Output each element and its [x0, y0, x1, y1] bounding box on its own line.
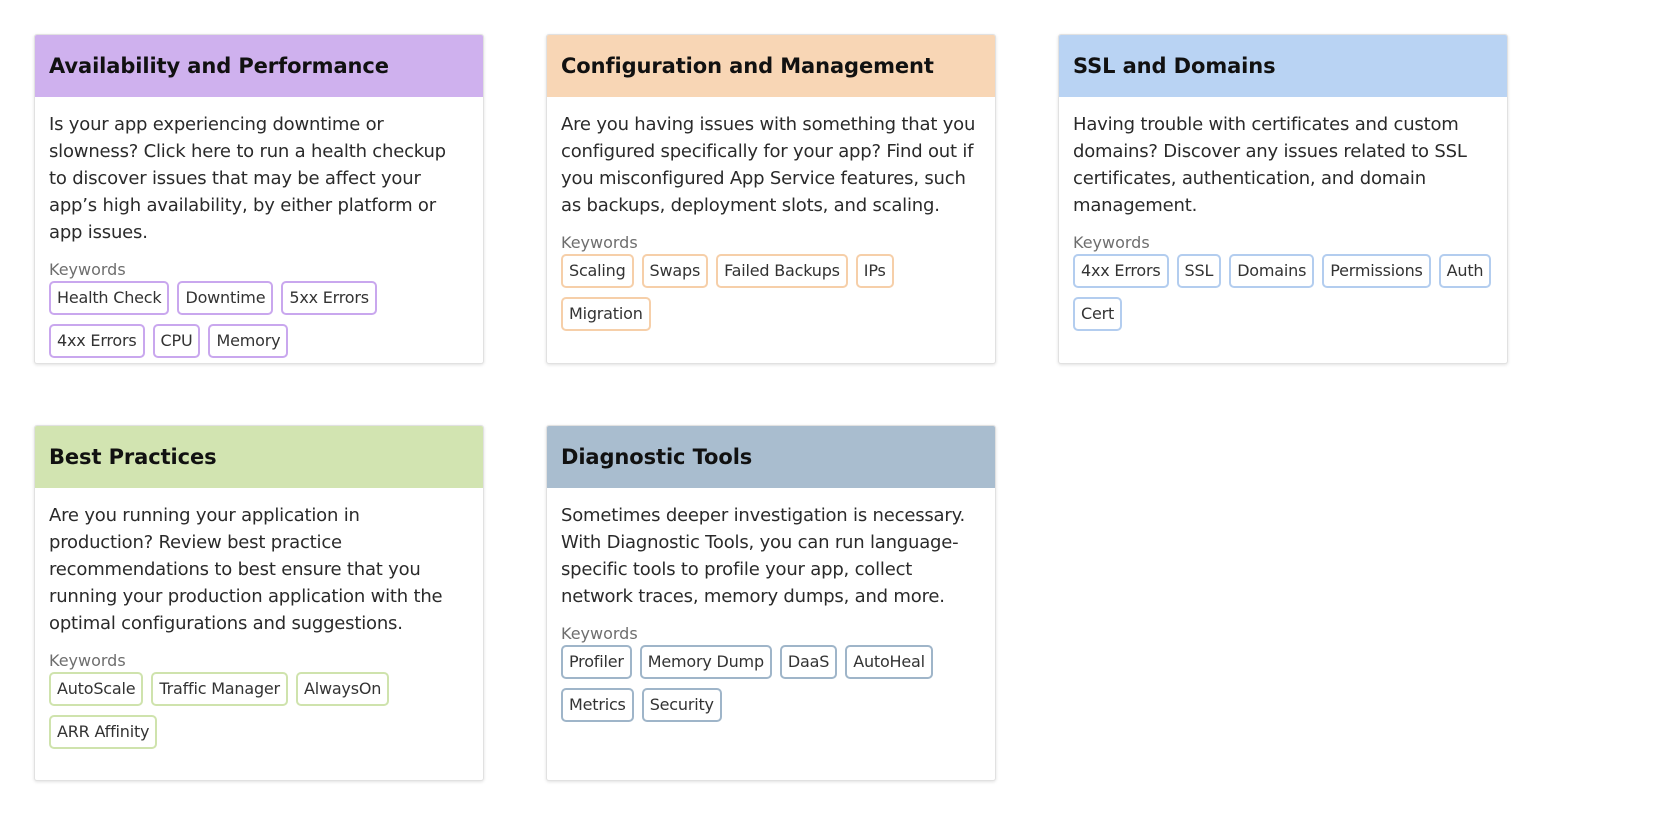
card-body: Is your app experiencing downtime or slo…	[35, 97, 483, 363]
keyword-tag[interactable]: Permissions	[1322, 254, 1431, 288]
keyword-tag[interactable]: Scaling	[561, 254, 634, 288]
keyword-list: 4xx Errors SSL Domains Permissions Auth …	[1073, 254, 1493, 331]
keywords-label: Keywords	[49, 651, 126, 670]
keyword-tag[interactable]: Traffic Manager	[151, 672, 288, 706]
card-title: Diagnostic Tools	[561, 445, 753, 469]
keyword-tag[interactable]: Metrics	[561, 688, 634, 722]
keyword-tag[interactable]: Memory	[208, 324, 289, 358]
card-description: Having trouble with certificates and cus…	[1073, 114, 1467, 216]
card-title: SSL and Domains	[1073, 54, 1276, 78]
card-header: Diagnostic Tools	[547, 426, 995, 488]
keyword-tag[interactable]: IPs	[855, 254, 894, 288]
keywords-label: Keywords	[561, 233, 638, 252]
card-body: Having trouble with certificates and cus…	[1059, 97, 1507, 349]
keywords-label: Keywords	[561, 624, 638, 643]
card-body: Sometimes deeper investigation is necess…	[547, 488, 995, 740]
card-header: SSL and Domains	[1059, 35, 1507, 97]
keyword-tag[interactable]: SSL	[1176, 254, 1222, 288]
category-card-ssl-domains[interactable]: SSL and Domains Having trouble with cert…	[1058, 34, 1508, 364]
card-description: Are you having issues with something tha…	[561, 114, 976, 216]
card-description: Are you running your application in prod…	[49, 505, 443, 634]
keyword-tag[interactable]: ARR Affinity	[49, 715, 158, 749]
card-header: Availability and Performance	[35, 35, 483, 97]
keyword-tag[interactable]: Cert	[1073, 297, 1123, 331]
keyword-tag[interactable]: Downtime	[177, 281, 274, 315]
keyword-tag[interactable]: Security	[641, 688, 722, 722]
card-description: Sometimes deeper investigation is necess…	[561, 505, 965, 607]
keyword-tag[interactable]: AutoScale	[49, 672, 144, 706]
keyword-tag[interactable]: Failed Backups	[716, 254, 848, 288]
keyword-tag[interactable]: Auth	[1438, 254, 1492, 288]
keyword-tag[interactable]: CPU	[152, 324, 201, 358]
keyword-tag[interactable]: Domains	[1229, 254, 1315, 288]
keyword-list: Profiler Memory Dump DaaS AutoHeal Metri…	[561, 645, 981, 722]
keyword-tag[interactable]: AutoHeal	[845, 645, 933, 679]
keyword-list: Scaling Swaps Failed Backups IPs Migrati…	[561, 254, 981, 331]
keyword-tag[interactable]: Swaps	[641, 254, 709, 288]
category-card-availability-performance[interactable]: Availability and Performance Is your app…	[34, 34, 484, 364]
card-header: Best Practices	[35, 426, 483, 488]
keyword-tag[interactable]: 4xx Errors	[1073, 254, 1169, 288]
keyword-tag[interactable]: 4xx Errors	[49, 324, 145, 358]
keyword-tag[interactable]: DaaS	[779, 645, 838, 679]
card-title: Best Practices	[49, 445, 217, 469]
keyword-tag[interactable]: Memory Dump	[639, 645, 772, 679]
keywords-label: Keywords	[49, 260, 126, 279]
card-description: Is your app experiencing downtime or slo…	[49, 114, 446, 243]
card-header: Configuration and Management	[547, 35, 995, 97]
keyword-tag[interactable]: 5xx Errors	[281, 281, 377, 315]
card-body: Are you running your application in prod…	[35, 488, 483, 767]
keyword-tag[interactable]: Profiler	[561, 645, 632, 679]
keyword-list: AutoScale Traffic Manager AlwaysOn ARR A…	[49, 672, 469, 749]
category-card-best-practices[interactable]: Best Practices Are you running your appl…	[34, 425, 484, 781]
keywords-label: Keywords	[1073, 233, 1150, 252]
keyword-tag[interactable]: Migration	[561, 297, 651, 331]
card-title: Availability and Performance	[49, 54, 389, 78]
category-card-diagnostic-tools[interactable]: Diagnostic Tools Sometimes deeper invest…	[546, 425, 996, 781]
card-body: Are you having issues with something tha…	[547, 97, 995, 349]
keyword-tag[interactable]: Health Check	[49, 281, 170, 315]
keyword-list: Health Check Downtime 5xx Errors 4xx Err…	[49, 281, 469, 358]
card-title: Configuration and Management	[561, 54, 934, 78]
keyword-tag[interactable]: AlwaysOn	[295, 672, 390, 706]
category-card-configuration-management[interactable]: Configuration and Management Are you hav…	[546, 34, 996, 364]
